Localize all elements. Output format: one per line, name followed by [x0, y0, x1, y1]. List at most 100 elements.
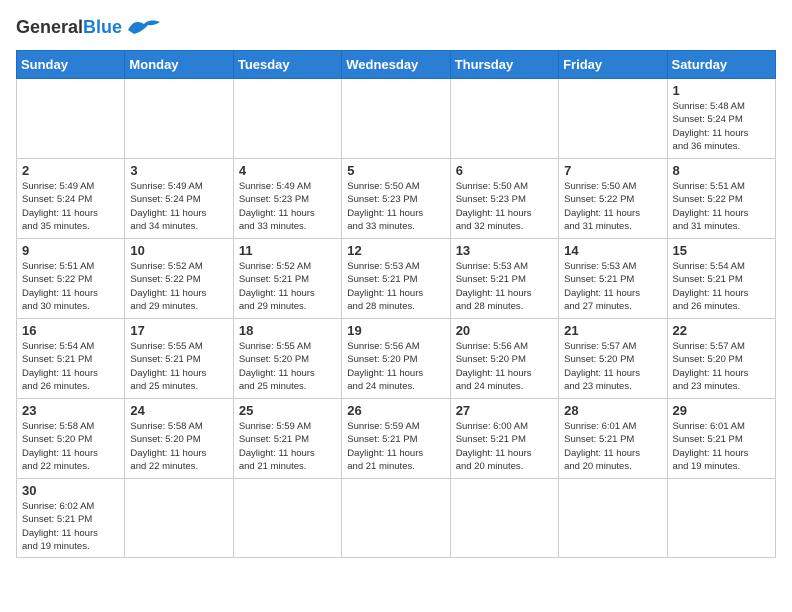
col-header-monday: Monday	[125, 51, 233, 79]
day-number: 27	[456, 403, 553, 418]
calendar-cell: 2 Sunrise: 5:49 AM Sunset: 5:24 PM Daylig…	[17, 159, 125, 239]
day-info: Sunrise: 5:55 AM Sunset: 5:20 PM Dayligh…	[239, 340, 336, 393]
day-number: 3	[130, 163, 227, 178]
day-number: 15	[673, 243, 770, 258]
calendar-cell: 25 Sunrise: 5:59 AM Sunset: 5:21 PM Dayli…	[233, 399, 341, 479]
calendar-cell: 14 Sunrise: 5:53 AM Sunset: 5:21 PM Dayli…	[559, 239, 667, 319]
day-info: Sunrise: 5:49 AM Sunset: 5:23 PM Dayligh…	[239, 180, 336, 233]
day-number: 10	[130, 243, 227, 258]
calendar-cell: 13 Sunrise: 5:53 AM Sunset: 5:21 PM Dayli…	[450, 239, 558, 319]
day-info: Sunrise: 5:48 AM Sunset: 5:24 PM Dayligh…	[673, 100, 770, 153]
day-number: 19	[347, 323, 444, 338]
calendar-cell: 16Sunrise: 5:54 AM Sunset: 5:21 PM Dayli…	[17, 319, 125, 399]
day-info: Sunrise: 5:58 AM Sunset: 5:20 PM Dayligh…	[130, 420, 227, 473]
day-info: Sunrise: 5:51 AM Sunset: 5:22 PM Dayligh…	[673, 180, 770, 233]
day-number: 18	[239, 323, 336, 338]
day-info: Sunrise: 6:00 AM Sunset: 5:21 PM Dayligh…	[456, 420, 553, 473]
day-info: Sunrise: 5:51 AM Sunset: 5:22 PM Dayligh…	[22, 260, 119, 313]
calendar-week-row: 1 Sunrise: 5:48 AM Sunset: 5:24 PM Daylig…	[17, 79, 776, 159]
day-number: 6	[456, 163, 553, 178]
day-info: Sunrise: 5:54 AM Sunset: 5:21 PM Dayligh…	[673, 260, 770, 313]
calendar-cell	[342, 479, 450, 558]
calendar-cell: 10 Sunrise: 5:52 AM Sunset: 5:22 PM Dayli…	[125, 239, 233, 319]
calendar-cell	[17, 79, 125, 159]
calendar-cell: 11 Sunrise: 5:52 AM Sunset: 5:21 PM Dayli…	[233, 239, 341, 319]
day-info: Sunrise: 6:01 AM Sunset: 5:21 PM Dayligh…	[564, 420, 661, 473]
day-number: 1	[673, 83, 770, 98]
col-header-thursday: Thursday	[450, 51, 558, 79]
calendar-cell	[125, 79, 233, 159]
calendar-cell: 24 Sunrise: 5:58 AM Sunset: 5:20 PM Dayli…	[125, 399, 233, 479]
day-number: 23	[22, 403, 119, 418]
col-header-tuesday: Tuesday	[233, 51, 341, 79]
calendar-cell	[450, 479, 558, 558]
calendar-cell: 6 Sunrise: 5:50 AM Sunset: 5:23 PM Daylig…	[450, 159, 558, 239]
day-info: Sunrise: 5:57 AM Sunset: 5:20 PM Dayligh…	[673, 340, 770, 393]
day-info: Sunrise: 5:50 AM Sunset: 5:23 PM Dayligh…	[456, 180, 553, 233]
calendar-header-row: SundayMondayTuesdayWednesdayThursdayFrid…	[17, 51, 776, 79]
day-info: Sunrise: 5:53 AM Sunset: 5:21 PM Dayligh…	[564, 260, 661, 313]
day-info: Sunrise: 5:53 AM Sunset: 5:21 PM Dayligh…	[456, 260, 553, 313]
calendar-cell: 20 Sunrise: 5:56 AM Sunset: 5:20 PM Dayli…	[450, 319, 558, 399]
col-header-saturday: Saturday	[667, 51, 775, 79]
day-number: 30	[22, 483, 119, 498]
day-info: Sunrise: 5:57 AM Sunset: 5:20 PM Dayligh…	[564, 340, 661, 393]
day-info: Sunrise: 5:55 AM Sunset: 5:21 PM Dayligh…	[130, 340, 227, 393]
day-info: Sunrise: 5:58 AM Sunset: 5:20 PM Dayligh…	[22, 420, 119, 473]
day-info: Sunrise: 5:59 AM Sunset: 5:21 PM Dayligh…	[347, 420, 444, 473]
calendar-cell	[450, 79, 558, 159]
day-number: 13	[456, 243, 553, 258]
day-number: 2	[22, 163, 119, 178]
logo: GeneralBlue	[16, 16, 162, 38]
day-number: 12	[347, 243, 444, 258]
logo-text: GeneralBlue	[16, 17, 122, 38]
calendar-cell: 28 Sunrise: 6:01 AM Sunset: 5:21 PM Dayli…	[559, 399, 667, 479]
day-number: 16	[22, 323, 119, 338]
calendar-cell: 21Sunrise: 5:57 AM Sunset: 5:20 PM Dayli…	[559, 319, 667, 399]
calendar-cell: 30 Sunrise: 6:02 AM Sunset: 5:21 PM Dayli…	[17, 479, 125, 558]
day-number: 14	[564, 243, 661, 258]
day-info: Sunrise: 5:59 AM Sunset: 5:21 PM Dayligh…	[239, 420, 336, 473]
calendar-cell: 29 Sunrise: 6:01 AM Sunset: 5:21 PM Dayli…	[667, 399, 775, 479]
day-info: Sunrise: 5:56 AM Sunset: 5:20 PM Dayligh…	[456, 340, 553, 393]
day-number: 4	[239, 163, 336, 178]
calendar-cell: 12 Sunrise: 5:53 AM Sunset: 5:21 PM Dayli…	[342, 239, 450, 319]
calendar-week-row: 16Sunrise: 5:54 AM Sunset: 5:21 PM Dayli…	[17, 319, 776, 399]
day-number: 20	[456, 323, 553, 338]
col-header-wednesday: Wednesday	[342, 51, 450, 79]
day-info: Sunrise: 5:56 AM Sunset: 5:20 PM Dayligh…	[347, 340, 444, 393]
day-number: 11	[239, 243, 336, 258]
calendar-cell: 9 Sunrise: 5:51 AM Sunset: 5:22 PM Daylig…	[17, 239, 125, 319]
day-info: Sunrise: 5:52 AM Sunset: 5:22 PM Dayligh…	[130, 260, 227, 313]
calendar-cell	[559, 479, 667, 558]
day-info: Sunrise: 5:49 AM Sunset: 5:24 PM Dayligh…	[22, 180, 119, 233]
day-info: Sunrise: 5:49 AM Sunset: 5:24 PM Dayligh…	[130, 180, 227, 233]
calendar-cell	[233, 479, 341, 558]
calendar-week-row: 30 Sunrise: 6:02 AM Sunset: 5:21 PM Dayli…	[17, 479, 776, 558]
calendar-cell: 19 Sunrise: 5:56 AM Sunset: 5:20 PM Dayli…	[342, 319, 450, 399]
calendar-cell: 5Sunrise: 5:50 AM Sunset: 5:23 PM Daylig…	[342, 159, 450, 239]
calendar-cell	[125, 479, 233, 558]
col-header-sunday: Sunday	[17, 51, 125, 79]
col-header-friday: Friday	[559, 51, 667, 79]
day-number: 24	[130, 403, 227, 418]
calendar-week-row: 23 Sunrise: 5:58 AM Sunset: 5:20 PM Dayli…	[17, 399, 776, 479]
day-info: Sunrise: 5:50 AM Sunset: 5:23 PM Dayligh…	[347, 180, 444, 233]
calendar-week-row: 2 Sunrise: 5:49 AM Sunset: 5:24 PM Daylig…	[17, 159, 776, 239]
day-info: Sunrise: 5:53 AM Sunset: 5:21 PM Dayligh…	[347, 260, 444, 313]
day-number: 9	[22, 243, 119, 258]
day-number: 7	[564, 163, 661, 178]
day-info: Sunrise: 5:50 AM Sunset: 5:22 PM Dayligh…	[564, 180, 661, 233]
day-number: 22	[673, 323, 770, 338]
day-info: Sunrise: 5:52 AM Sunset: 5:21 PM Dayligh…	[239, 260, 336, 313]
calendar-cell: 26Sunrise: 5:59 AM Sunset: 5:21 PM Dayli…	[342, 399, 450, 479]
calendar-cell	[667, 479, 775, 558]
day-info: Sunrise: 6:01 AM Sunset: 5:21 PM Dayligh…	[673, 420, 770, 473]
calendar-cell: 18 Sunrise: 5:55 AM Sunset: 5:20 PM Dayli…	[233, 319, 341, 399]
day-number: 17	[130, 323, 227, 338]
calendar-cell	[233, 79, 341, 159]
day-info: Sunrise: 6:02 AM Sunset: 5:21 PM Dayligh…	[22, 500, 119, 553]
day-number: 28	[564, 403, 661, 418]
day-number: 29	[673, 403, 770, 418]
day-number: 25	[239, 403, 336, 418]
